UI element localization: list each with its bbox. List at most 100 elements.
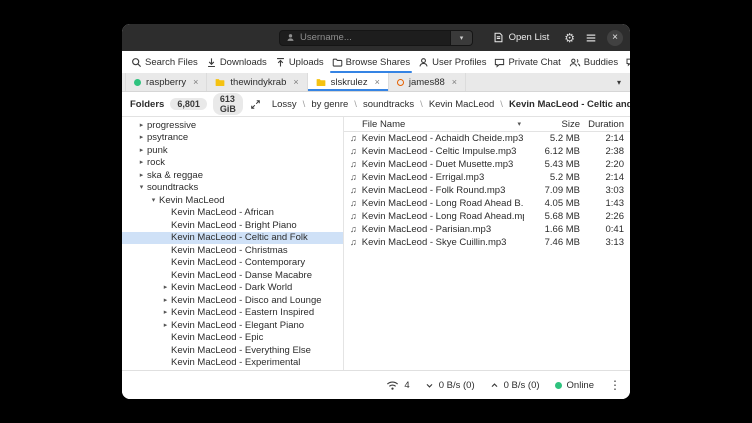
file-row[interactable]: Kevin MacLeod - Errigal.mp3 5.2 MB 2:14 — [344, 171, 630, 184]
username-entry[interactable] — [279, 30, 451, 46]
tab-user-profiles[interactable]: User Profiles — [414, 51, 490, 73]
gear-icon[interactable]: ⚙ — [564, 32, 575, 44]
file-name: Kevin MacLeod - Long Road Ahead.mp3 — [362, 211, 524, 222]
tree-folder-row[interactable]: Kevin MacLeod - Celtic and Folk — [122, 232, 343, 245]
file-row[interactable]: Kevin MacLeod - Parisian.mp3 1.66 MB 0:4… — [344, 223, 630, 236]
tree-folder-row[interactable]: Kevin MacLeod - Contemporary — [122, 257, 343, 270]
username-dropdown-button[interactable]: ▾ — [451, 30, 473, 46]
breadcrumb-item[interactable]: by genre — [311, 99, 348, 110]
app-window: ▾ Open List ⚙ × Search Files — [122, 24, 630, 399]
file-row[interactable]: Kevin MacLeod - Celtic Impulse.mp3 6.12 … — [344, 145, 630, 158]
tab-chat-rooms[interactable]: Chat Rooms — [622, 51, 630, 73]
breadcrumb-item-current[interactable]: Kevin MacLeod - Celtic and Folk ▾ — [509, 99, 630, 110]
connections-status[interactable]: 4 — [386, 380, 409, 391]
open-list-button[interactable]: Open List — [488, 30, 555, 45]
tree-expander-icon[interactable] — [136, 172, 147, 179]
tree-folder-row[interactable]: Kevin MacLeod - Eastern Inspired — [122, 307, 343, 320]
column-header-size[interactable]: Size — [524, 119, 580, 130]
close-icon[interactable]: × — [452, 77, 457, 87]
upload-rate: 0 B/s (0) — [504, 380, 540, 391]
tree-folder-label: Kevin MacLeod - Danse Macabre — [171, 270, 312, 281]
tree-expander-icon[interactable] — [136, 147, 147, 154]
tree-expander-icon[interactable] — [160, 322, 171, 329]
user-tab-raspberry[interactable]: raspberry × — [125, 73, 207, 91]
tab-private-chat[interactable]: Private Chat — [490, 51, 564, 73]
tab-buddies[interactable]: Buddies — [565, 51, 622, 73]
user-tab-thewindykrab[interactable]: thewindykrab × — [207, 73, 307, 91]
tab-label: Browse Shares — [346, 57, 410, 68]
tree-folder-label: Kevin MacLeod — [159, 195, 224, 206]
connection-status[interactable]: Online — [555, 380, 594, 391]
tree-expander-icon[interactable] — [160, 284, 171, 291]
download-rate-status[interactable]: 0 B/s (0) — [425, 380, 475, 391]
username-entry-group: ▾ — [279, 30, 473, 46]
file-row[interactable]: Kevin MacLeod - Achaidh Cheide.mp3 5.2 M… — [344, 132, 630, 145]
file-row[interactable]: Kevin MacLeod - Duet Musette.mp3 5.43 MB… — [344, 158, 630, 171]
close-window-button[interactable]: × — [607, 30, 623, 46]
tab-uploads[interactable]: Uploads — [271, 51, 328, 73]
upload-icon — [275, 57, 286, 68]
search-icon — [131, 57, 142, 68]
tree-folder-row[interactable]: psytrance — [122, 132, 343, 145]
username-input[interactable] — [300, 32, 444, 43]
music-note-icon — [350, 147, 357, 157]
online-status-icon — [555, 382, 562, 389]
tree-expander-icon[interactable] — [160, 297, 171, 304]
file-row[interactable]: Kevin MacLeod - Long Road Ahead.mp3 5.68… — [344, 210, 630, 223]
file-row[interactable]: Kevin MacLeod - Folk Round.mp3 7.09 MB 3… — [344, 184, 630, 197]
tree-folder-row[interactable]: Kevin MacLeod - Epic — [122, 332, 343, 345]
user-tab-label: james88 — [409, 77, 445, 88]
user-tab-james88[interactable]: james88 × — [389, 73, 466, 91]
tree-expander-icon[interactable] — [160, 309, 171, 316]
close-icon[interactable]: × — [375, 77, 380, 87]
tree-folder-label: rock — [147, 157, 165, 168]
tree-folder-label: Kevin MacLeod - Epic — [171, 332, 263, 343]
tree-folder-row[interactable]: soundtracks — [122, 182, 343, 195]
tree-folder-label: Kevin MacLeod - Disco and Lounge — [171, 295, 322, 306]
column-header-file-name[interactable]: File Name ▾ — [350, 119, 524, 130]
file-row[interactable]: Kevin MacLeod - Long Road Ahead B.mp3 4.… — [344, 197, 630, 210]
folder-tree[interactable]: progressive psytrance punk rock ska & re… — [122, 117, 344, 370]
tree-expander-icon[interactable] — [136, 159, 147, 166]
tree-folder-row[interactable]: ska & reggae — [122, 169, 343, 182]
tree-folder-row[interactable]: Kevin MacLeod - Danse Macabre — [122, 269, 343, 282]
titlebar-actions: Open List ⚙ × — [488, 30, 623, 46]
tree-expander-icon[interactable] — [136, 122, 147, 129]
tree-folder-row[interactable]: Kevin MacLeod - African — [122, 207, 343, 220]
breadcrumb-item[interactable]: Kevin MacLeod — [429, 99, 494, 110]
tree-folder-row[interactable]: Kevin MacLeod - Christmas — [122, 244, 343, 257]
tree-folder-row[interactable]: Kevin MacLeod - Bright Piano — [122, 219, 343, 232]
breadcrumb-item[interactable]: soundtracks — [363, 99, 414, 110]
tree-folder-row[interactable]: Kevin MacLeod - Elegant Piano — [122, 319, 343, 332]
breadcrumb-separator: \ — [500, 99, 503, 110]
column-header-duration[interactable]: Duration — [580, 119, 624, 130]
hamburger-menu-icon[interactable] — [585, 33, 597, 43]
tree-folder-row[interactable]: Kevin MacLeod - Everything Else — [122, 344, 343, 357]
tree-folder-row[interactable]: punk — [122, 144, 343, 157]
upload-rate-status[interactable]: 0 B/s (0) — [490, 380, 540, 391]
chat-bubble-icon — [494, 57, 505, 68]
file-row[interactable]: Kevin MacLeod - Skye Cuillin.mp3 7.46 MB… — [344, 236, 630, 249]
tab-browse-shares[interactable]: Browse Shares — [328, 51, 414, 73]
file-duration: 0:41 — [580, 224, 624, 235]
tab-downloads[interactable]: Downloads — [202, 51, 271, 73]
tab-overflow-button[interactable]: ▾ — [608, 78, 630, 87]
tree-folder-row[interactable]: Kevin MacLeod - Dark World — [122, 282, 343, 295]
tree-expander-icon[interactable] — [136, 184, 147, 191]
user-tab-slskrulez[interactable]: slskrulez × — [308, 73, 389, 91]
tree-folder-row[interactable]: progressive — [122, 119, 343, 132]
breadcrumb-item[interactable]: Lossy — [272, 99, 297, 110]
music-note-icon — [350, 199, 357, 209]
tree-folder-row[interactable]: rock — [122, 157, 343, 170]
tree-expander-icon[interactable] — [136, 134, 147, 141]
close-icon[interactable]: × — [193, 77, 198, 87]
tab-search-files[interactable]: Search Files — [127, 51, 202, 73]
close-icon[interactable]: × — [293, 77, 298, 87]
tree-expander-icon[interactable] — [148, 197, 159, 204]
kebab-menu-icon[interactable]: ⋮ — [609, 379, 621, 391]
tree-folder-row[interactable]: Kevin MacLeod — [122, 194, 343, 207]
tree-folder-row[interactable]: Kevin MacLeod - Disco and Lounge — [122, 294, 343, 307]
titlebar[interactable]: ▾ Open List ⚙ × — [122, 24, 630, 51]
expand-all-icon[interactable] — [250, 99, 261, 110]
tree-folder-row[interactable]: Kevin MacLeod - Experimental — [122, 357, 343, 370]
